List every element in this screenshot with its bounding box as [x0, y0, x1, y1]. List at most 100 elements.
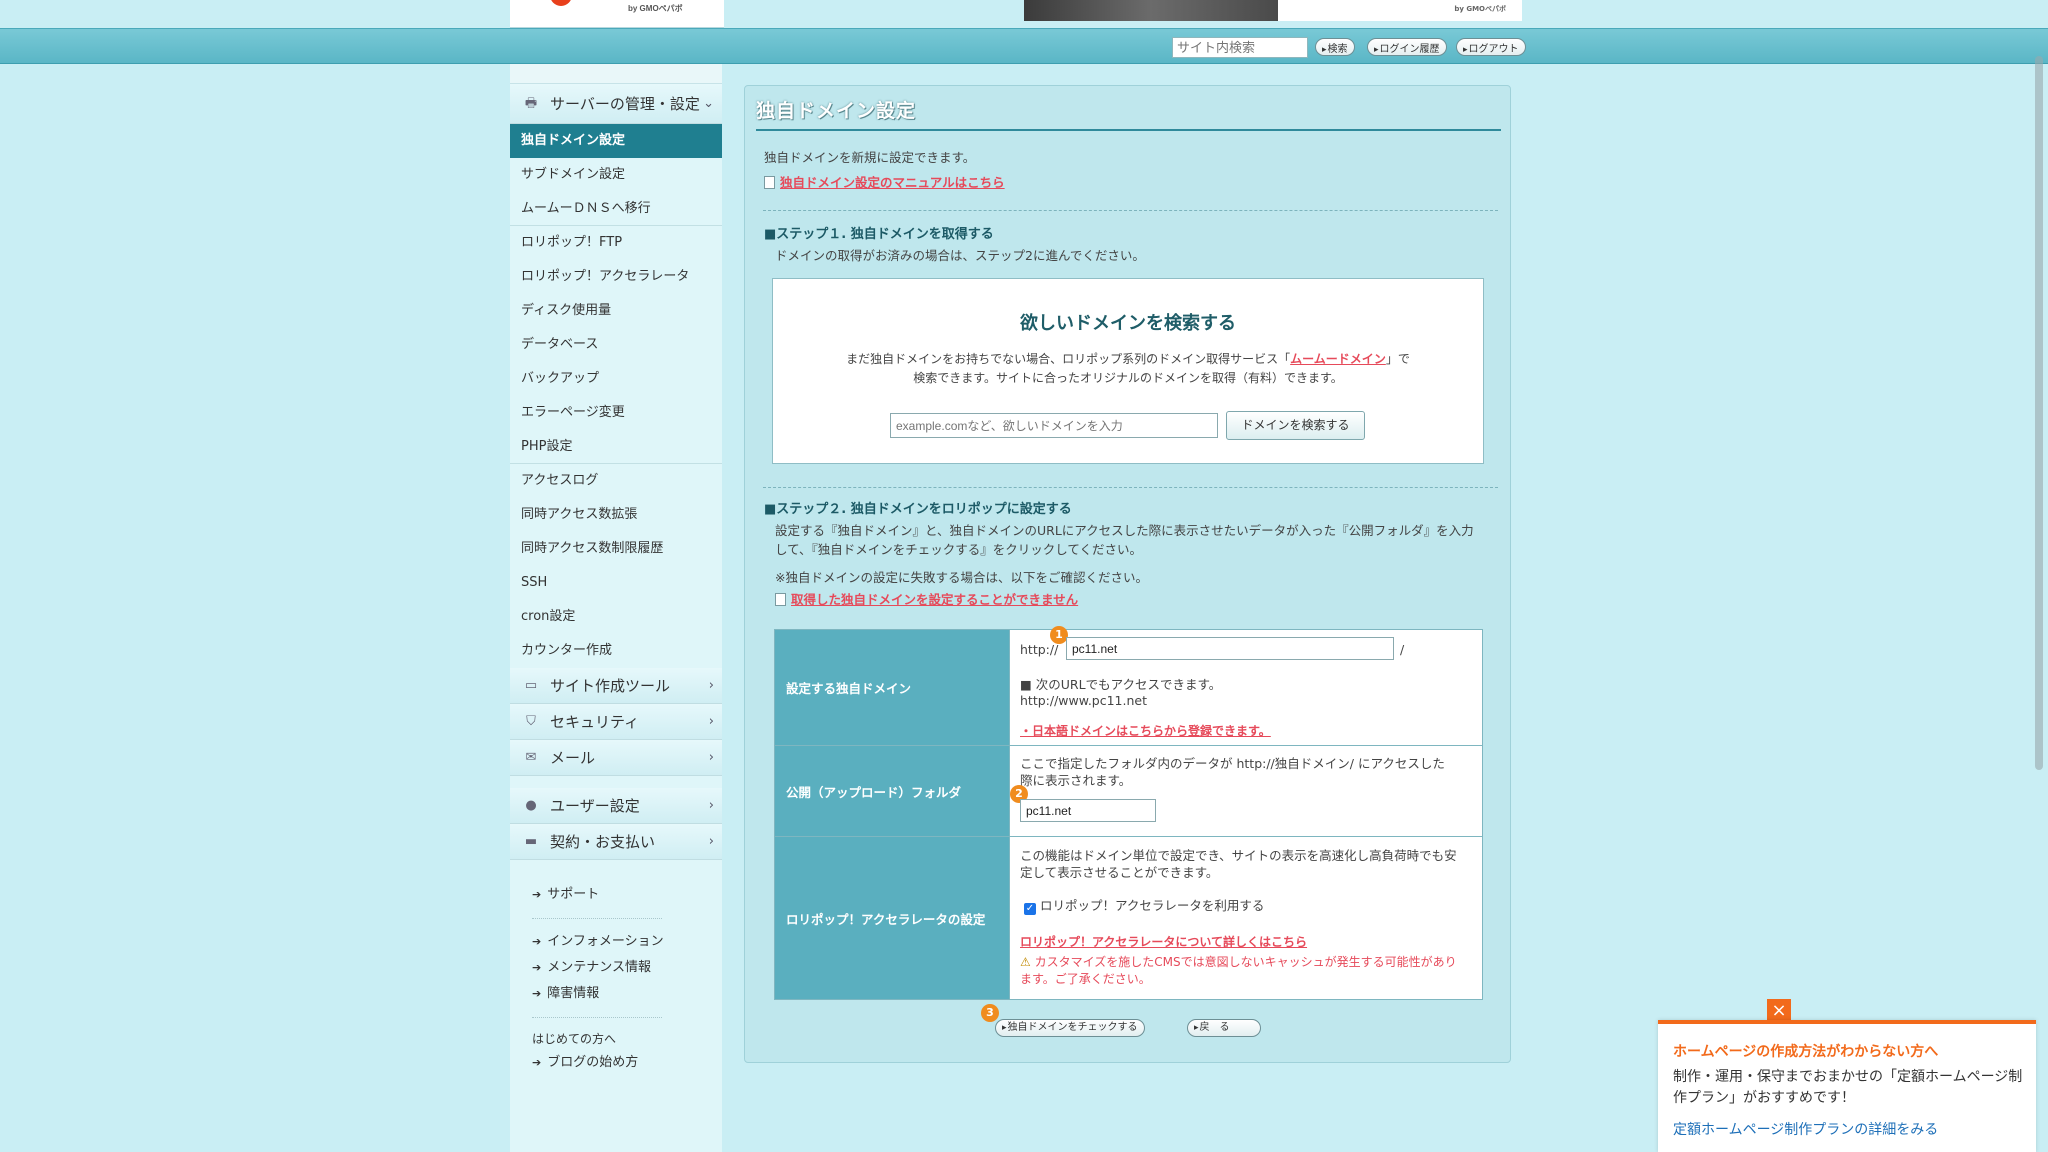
public-folder-input[interactable]	[1020, 799, 1156, 822]
sidebar-link-label: メンテナンス情報	[547, 960, 651, 975]
sidebar-category-security[interactable]: ⛉ セキュリティ ›	[510, 704, 722, 740]
sidebar: 🖶 サーバーの管理・設定 ⌄ 独自ドメイン設定 サブドメイン設定 ムームーＤＮＳ…	[510, 64, 722, 1152]
sidebar-link-information[interactable]: ➔ インフォメーション	[510, 929, 722, 955]
logo[interactable]: by GMOペパボ	[510, 0, 724, 28]
sidebar-item-custom-domain[interactable]: 独自ドメイン設定	[510, 124, 722, 158]
user-icon: ●	[525, 798, 537, 813]
step2-desc: 設定する『独自ドメイン』と、独自ドメインのURLにアクセスした際に表示させたいデ…	[775, 523, 1474, 538]
sidebar-item-concurrent-access[interactable]: 同時アクセス数拡張	[510, 498, 722, 532]
banner-sub: by GMOペパボ	[1454, 5, 1506, 13]
accelerator-info-link[interactable]: ロリポップ！アクセラレータについて詳しくはこちら	[1020, 933, 1307, 950]
desc-text: 」で	[1385, 352, 1410, 366]
site-search-input[interactable]	[1172, 37, 1308, 58]
sidebar-category-server[interactable]: 🖶 サーバーの管理・設定 ⌄	[510, 84, 722, 124]
manual-link-label: 独自ドメイン設定のマニュアルはこちら	[780, 175, 1005, 190]
sidebar-item-concurrent-history[interactable]: 同時アクセス数制限履歴	[510, 532, 722, 566]
step2-help-link[interactable]: 取得した独自ドメインを設定することができません	[775, 589, 1078, 608]
sidebar-item-ftp[interactable]: ロリポップ！FTP	[510, 226, 722, 260]
arrow-right-icon: ➔	[532, 888, 542, 901]
sidebar-first-time[interactable]: はじめての方へ	[510, 1028, 722, 1050]
sidebar-item-database[interactable]: データベース	[510, 328, 722, 362]
sidebar-item-cron[interactable]: cron設定	[510, 600, 722, 634]
sidebar-category-label: ユーザー設定	[550, 797, 640, 815]
sidebar-item-counter[interactable]: カウンター作成	[510, 634, 722, 668]
back-button[interactable]: 戻 る	[1187, 1019, 1261, 1037]
domain-search-desc: まだ独自ドメインをお持ちでない場合、ロリポップ系列のドメイン取得サービス「ムーム…	[773, 350, 1483, 388]
credit-card-icon: ▬	[524, 834, 538, 849]
login-history-button[interactable]: ログイン履歴	[1367, 38, 1447, 56]
sidebar-category-label: セキュリティ	[550, 713, 640, 731]
japanese-domain-link[interactable]: ・日本語ドメインはこちらから登録できます。	[1020, 722, 1271, 739]
accelerator-checkbox-label: ロリポップ！アクセラレータを利用する	[1040, 898, 1265, 913]
shield-icon: ⛉	[526, 714, 536, 729]
divider	[763, 210, 1498, 211]
document-icon	[775, 593, 786, 606]
check-domain-button[interactable]: 独自ドメインをチェックする	[995, 1019, 1145, 1037]
arrow-right-icon: ➔	[532, 935, 542, 948]
sidebar-item-backup[interactable]: バックアップ	[510, 362, 722, 396]
arrow-right-icon: ➔	[532, 987, 542, 1000]
domain-search-box: 欲しいドメインを検索する まだ独自ドメインをお持ちでない場合、ロリポップ系列のド…	[772, 278, 1484, 464]
sidebar-item-access-log[interactable]: アクセスログ	[510, 464, 722, 498]
search-button[interactable]: 検索	[1315, 38, 1355, 56]
step-badge-3: 3	[981, 1004, 999, 1022]
sidebar-item-disk-usage[interactable]: ディスク使用量	[510, 294, 722, 328]
toolbar: 検索 ログイン履歴 ログアウト	[0, 28, 2048, 64]
domain-search-button[interactable]: ドメインを検索する	[1226, 411, 1365, 440]
step2-title: ■ステップ２. 独自ドメインをロリポップに設定する	[764, 502, 1072, 517]
row-label-accelerator: ロリポップ！アクセラレータの設定	[775, 837, 1010, 999]
logo-sub: by GMOペパボ	[628, 4, 683, 13]
page-scrollbar[interactable]	[2035, 56, 2043, 770]
divider	[763, 487, 1498, 488]
alt-url-note: ■ 次のURLでもアクセスできます。	[1020, 677, 1222, 692]
sidebar-item-error-page[interactable]: エラーページ変更	[510, 396, 722, 430]
table-row: 公開（アップロード）フォルダ ここで指定したフォルダ内のデータが http://…	[775, 746, 1482, 837]
step1-desc: ドメインの取得がお済みの場合は、ステップ2に進んでください。	[775, 248, 1145, 263]
manual-link[interactable]: 独自ドメイン設定のマニュアルはこちら	[764, 172, 1005, 191]
logout-button[interactable]: ログアウト	[1456, 38, 1526, 56]
sidebar-category-billing[interactable]: ▬ 契約・お支払い ›	[510, 824, 722, 860]
muumuu-domain-link[interactable]: ムームードメイン	[1290, 352, 1386, 366]
sidebar-item-ssh[interactable]: SSH	[510, 566, 722, 600]
row-cell-accelerator: この機能はドメイン単位で設定でき、サイトの表示を高速化し高負荷時でも安 定して表…	[1010, 837, 1482, 999]
http-prefix: http://	[1020, 642, 1059, 657]
alt-url: http://www.pc11.net	[1020, 693, 1147, 708]
row-cell-domain: http:// 1 / ■ 次のURLでもアクセスできます。 http://ww…	[1010, 626, 1482, 745]
sidebar-category-user[interactable]: ● ユーザー設定 ›	[510, 788, 722, 824]
accelerator-checkbox-row[interactable]: ✓ ロリポップ！アクセラレータを利用する	[1024, 895, 1264, 915]
sidebar-item-php[interactable]: PHP設定	[510, 430, 722, 464]
step1-title: ■ステップ１. 独自ドメインを取得する	[764, 227, 994, 242]
popup-link[interactable]: 定額ホームページ制作プランの詳細をみる	[1673, 1119, 1938, 1139]
domain-search-input[interactable]	[890, 413, 1218, 438]
popup-body: 制作・運用・保守までおまかせの「定額ホームページ制作プラン」がおすすめです！	[1673, 1069, 2023, 1106]
sidebar-link-outage[interactable]: ➔ 障害情報	[510, 981, 722, 1007]
warning-text: カスタマイズを施したCMSでは意図しないキャッシュが発生する可能性があります。ご…	[1020, 955, 1457, 986]
arrow-right-icon: ➔	[532, 961, 542, 974]
sidebar-category-label: サイト作成ツール	[550, 677, 671, 695]
sidebar-category-site-tools[interactable]: ▭ サイト作成ツール ›	[510, 668, 722, 704]
sidebar-item-subdomain[interactable]: サブドメイン設定	[510, 158, 722, 192]
sidebar-category-label: 契約・お支払い	[550, 833, 656, 851]
row-label-domain: 設定する独自ドメイン	[775, 630, 1010, 745]
sidebar-item-muumuu-dns[interactable]: ムームーＤＮＳへ移行	[510, 192, 722, 226]
sidebar-category-mail[interactable]: ✉ メール ›	[510, 740, 722, 776]
chevron-right-icon: ›	[708, 714, 714, 729]
sidebar-item-accelerator[interactable]: ロリポップ！アクセラレータ	[510, 260, 722, 294]
accelerator-checkbox[interactable]: ✓	[1024, 903, 1036, 915]
arrow-right-icon: ➔	[532, 1056, 542, 1069]
sidebar-category-label: サーバーの管理・設定	[550, 95, 700, 113]
banner-photo	[1024, 0, 1278, 21]
sidebar-link-support[interactable]: ➔ サポート	[510, 882, 722, 908]
popup-title: ホームページの作成方法がわからない方へ	[1673, 1044, 1939, 1060]
chevron-right-icon: ›	[708, 678, 714, 693]
row-label-folder: 公開（アップロード）フォルダ	[775, 746, 1010, 836]
row-cell-folder: ここで指定したフォルダ内のデータが http://独自ドメイン/ にアクセスした…	[1010, 746, 1482, 836]
promo-popup: ホームページの作成方法がわからない方へ 制作・運用・保守までおまかせの「定額ホー…	[1658, 1020, 2036, 1152]
chevron-down-icon: ⌄	[703, 96, 714, 111]
step2-note: ※独自ドメインの設定に失敗する場合は、以下をご確認ください。	[775, 570, 1148, 585]
ad-banner[interactable]: by GMOペパボ	[1024, 0, 1522, 21]
custom-domain-input[interactable]	[1066, 637, 1394, 660]
sidebar-link-blog[interactable]: ➔ ブログの始め方	[510, 1050, 722, 1076]
sidebar-link-maintenance[interactable]: ➔ メンテナンス情報	[510, 955, 722, 981]
sidebar-link-label: サポート	[547, 887, 600, 902]
